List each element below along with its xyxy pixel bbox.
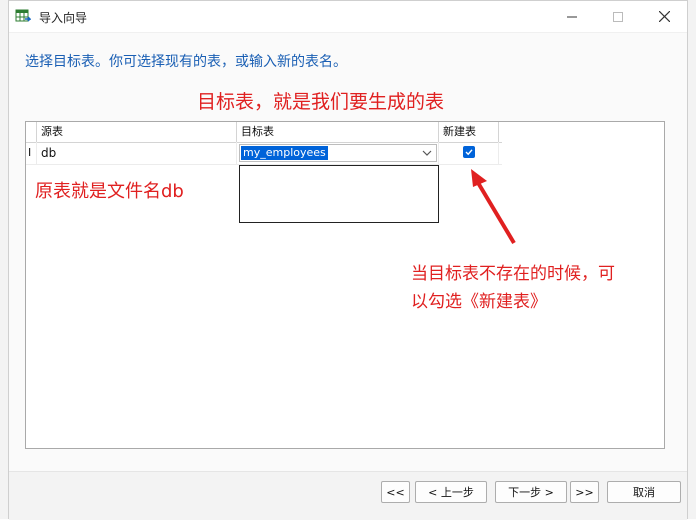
maximize-button[interactable]	[595, 1, 641, 32]
checkmark-icon	[465, 149, 473, 156]
first-step-button[interactable]: <<	[381, 481, 410, 503]
target-table-dropdown-list[interactable]	[239, 165, 439, 223]
new-table-checkbox[interactable]	[463, 146, 475, 158]
next-step-button[interactable]: 下一步 >	[495, 481, 567, 503]
row-indicator-header	[26, 122, 37, 142]
window-title: 导入向导	[39, 11, 88, 25]
column-header-target: 目标表	[237, 122, 439, 142]
chevron-down-icon[interactable]	[420, 146, 434, 160]
previous-step-button[interactable]: < 上一步	[415, 481, 487, 503]
new-table-annotation-line2: 以勾选《新建表》	[411, 292, 547, 312]
last-step-button[interactable]: >>	[570, 481, 599, 503]
maximize-icon	[613, 11, 623, 22]
minimize-icon	[567, 16, 577, 17]
target-table-value[interactable]: my_employees	[241, 146, 328, 160]
table-import-icon	[15, 9, 31, 22]
cancel-button[interactable]: 取消	[607, 481, 681, 503]
table-mapping-grid: 源表 目标表 新建表 I db my_employees	[25, 121, 665, 449]
target-table-annotation: 目标表，就是我们要生成的表	[197, 91, 445, 113]
close-icon	[658, 11, 670, 22]
title-bar: 导入向导	[9, 1, 687, 33]
instruction-text: 选择目标表。你可选择现有的表，或输入新的表名。	[25, 54, 347, 70]
annotation-arrow	[471, 169, 516, 245]
new-table-annotation-line1: 当目标表不存在的时候，可	[411, 264, 615, 284]
row-indicator: I	[26, 142, 37, 164]
table-row[interactable]: I db my_employees	[26, 142, 502, 165]
target-table-combobox[interactable]: my_employees	[239, 144, 437, 162]
wizard-button-bar: << < 上一步 下一步 > >> 取消	[9, 471, 687, 520]
grid-header: 源表 目标表 新建表	[26, 122, 502, 143]
source-table-annotation: 原表就是文件名db	[35, 181, 184, 202]
target-table-cell[interactable]: my_employees	[237, 142, 439, 164]
column-header-source: 源表	[37, 122, 237, 142]
source-table-cell[interactable]: db	[37, 142, 237, 164]
close-button[interactable]	[641, 1, 687, 32]
import-wizard-dialog: 导入向导 选择目标表。你可选择现有的表，或输入新的表名。 源表 目标表 新建表 …	[8, 0, 688, 520]
minimize-button[interactable]	[549, 1, 595, 32]
column-header-new-table: 新建表	[439, 122, 499, 142]
